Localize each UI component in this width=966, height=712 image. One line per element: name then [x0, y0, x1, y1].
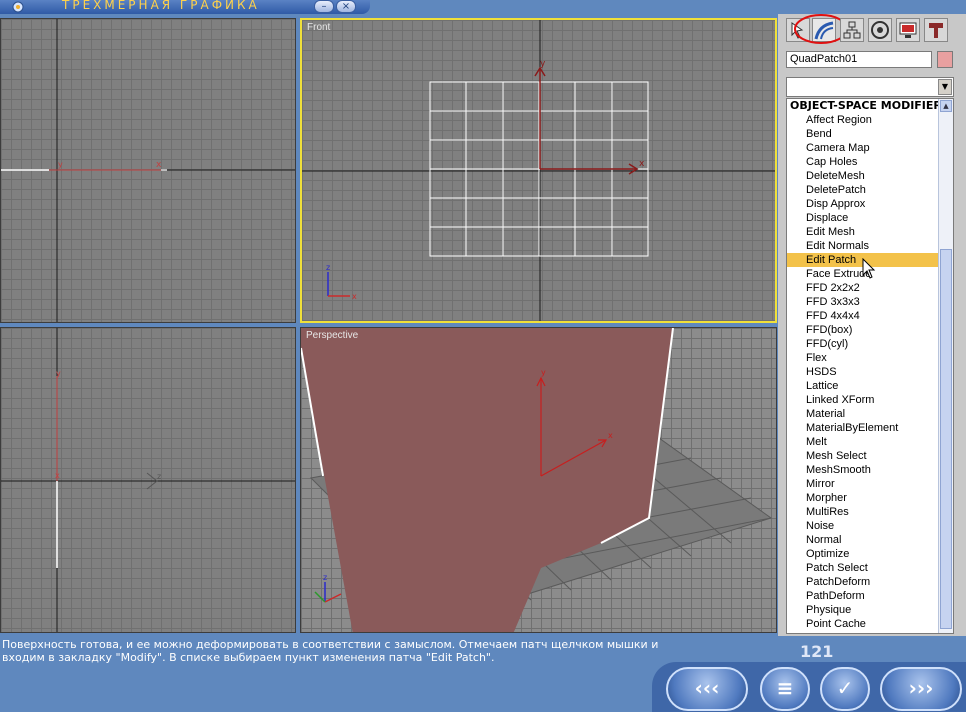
modifier-item[interactable]: MultiRes — [787, 505, 953, 519]
viewport-left-axes: y x z — [1, 328, 295, 632]
modifier-item[interactable]: MeshSmooth — [787, 463, 953, 477]
modifier-list-dropdown[interactable]: ▼ — [786, 77, 954, 97]
next-button[interactable]: ››› — [880, 667, 962, 711]
modifier-item[interactable]: FFD(cyl) — [787, 337, 953, 351]
window-title: ТРЕХМЕРНАЯ ГРАФИКА — [62, 0, 260, 12]
modifier-list[interactable]: OBJECT-SPACE MODIFIERS Affect Region Bend… — [786, 98, 954, 634]
viewport-label-front: Front — [307, 22, 331, 33]
chevron-down-icon[interactable]: ▼ — [938, 79, 952, 95]
modifier-item[interactable]: Lattice — [787, 379, 953, 393]
tab-hierarchy[interactable] — [840, 18, 864, 42]
svg-text:y: y — [56, 369, 61, 378]
viewport-front-scene: y x z x — [302, 20, 775, 321]
tab-utilities[interactable] — [924, 18, 948, 42]
svg-text:z: z — [157, 472, 161, 481]
svg-text:x: x — [608, 431, 613, 440]
scroll-up-icon[interactable]: ▲ — [940, 100, 952, 112]
ok-button[interactable]: ✓ — [820, 667, 870, 711]
svg-text:x: x — [55, 471, 60, 480]
modifier-item[interactable]: Optimize — [787, 547, 953, 561]
app-logo-icon — [12, 1, 24, 13]
svg-text:x: x — [639, 159, 645, 169]
hierarchy-icon — [843, 21, 861, 39]
tab-display[interactable] — [896, 18, 920, 42]
modifier-item[interactable]: DeletePatch — [787, 183, 953, 197]
perspective-axis-tripod-icon: z — [314, 573, 342, 603]
viewport-perspective[interactable]: y x z Perspective — [300, 327, 777, 633]
viewport-front[interactable]: Front y x z x — [300, 18, 777, 323]
modifier-item[interactable]: FFD 2x2x2 — [787, 281, 953, 295]
svg-text:y: y — [58, 160, 63, 169]
modifier-item[interactable]: Material — [787, 407, 953, 421]
modifier-list-scrollbar[interactable]: ▲ — [938, 99, 953, 633]
command-panel: QuadPatch01 ▼ OBJECT-SPACE MODIFIERS Aff… — [778, 14, 966, 636]
viewport-left[interactable]: y x z — [0, 327, 296, 633]
motion-icon — [871, 21, 889, 39]
modifier-item[interactable]: Camera Map — [787, 141, 953, 155]
svg-text:y: y — [541, 368, 546, 377]
modifier-list-header: OBJECT-SPACE MODIFIERS — [790, 99, 950, 112]
svg-text:z: z — [323, 573, 327, 582]
scroll-thumb[interactable] — [940, 249, 952, 629]
modifier-item[interactable]: HSDS — [787, 365, 953, 379]
close-button[interactable]: × — [336, 0, 356, 13]
modifier-item[interactable]: Disp Approx — [787, 197, 953, 211]
status-area: Поверхность готова, и ее можно деформиро… — [0, 636, 966, 712]
modifier-item[interactable]: Point Cache — [787, 617, 953, 631]
menu-button[interactable]: ≡ — [760, 667, 810, 711]
modifier-item[interactable]: FFD 3x3x3 — [787, 295, 953, 309]
svg-text:z: z — [326, 263, 330, 272]
svg-text:x: x — [352, 292, 357, 301]
front-axis-tripod-icon: z x — [326, 263, 357, 301]
navigation-bar: ‹‹‹ ≡ ✓ ››› — [652, 662, 966, 712]
prev-button[interactable]: ‹‹‹ — [666, 667, 748, 711]
mouse-cursor-icon — [862, 258, 876, 279]
modifier-item[interactable]: DeleteMesh — [787, 169, 953, 183]
modifier-item[interactable]: Mesh Select — [787, 449, 953, 463]
modifier-item[interactable]: Cap Holes — [787, 155, 953, 169]
modifier-item[interactable]: Edit Mesh — [787, 225, 953, 239]
minimize-button[interactable]: – — [314, 0, 334, 13]
viewport-perspective-scene: y x z — [301, 328, 773, 632]
modifier-item[interactable]: PatchDeform — [787, 575, 953, 589]
modifier-item[interactable]: Displace — [787, 211, 953, 225]
svg-text:x: x — [156, 160, 162, 170]
modifier-item[interactable]: Normal — [787, 533, 953, 547]
modifier-item[interactable]: Mirror — [787, 477, 953, 491]
viewport-label-perspective: Perspective — [306, 330, 359, 341]
object-color-swatch[interactable] — [937, 51, 953, 68]
modifier-item[interactable]: Morpher — [787, 491, 953, 505]
viewport-top-axes: x y — [1, 19, 295, 322]
modifier-item[interactable]: Melt — [787, 435, 953, 449]
utilities-icon — [929, 23, 943, 38]
title-bar: ТРЕХМЕРНАЯ ГРАФИКА – × — [0, 0, 370, 14]
modifier-item[interactable]: PathDeform — [787, 589, 953, 603]
patch-surface — [301, 328, 673, 632]
display-icon — [899, 22, 917, 38]
modifier-item[interactable]: FFD(box) — [787, 323, 953, 337]
modifier-item[interactable]: Patch Select — [787, 561, 953, 575]
modifier-item[interactable]: MaterialByElement — [787, 421, 953, 435]
modifier-item[interactable]: Edit Normals — [787, 239, 953, 253]
modifier-item[interactable]: Physique — [787, 603, 953, 617]
modifier-item[interactable]: Linked XForm — [787, 393, 953, 407]
svg-text:y: y — [540, 59, 546, 69]
viewport-top[interactable]: x y — [0, 18, 296, 323]
object-name-field[interactable]: QuadPatch01 — [786, 51, 932, 68]
modifier-item[interactable]: Flex — [787, 351, 953, 365]
modifier-item[interactable]: FFD 4x4x4 — [787, 309, 953, 323]
instruction-text: Поверхность готова, и ее можно деформиро… — [2, 638, 659, 664]
modifier-item[interactable]: Bend — [787, 127, 953, 141]
tab-motion[interactable] — [868, 18, 892, 42]
page-number: 121 — [800, 642, 834, 661]
modifier-item[interactable]: Noise — [787, 519, 953, 533]
modifier-item[interactable]: Affect Region — [787, 113, 953, 127]
